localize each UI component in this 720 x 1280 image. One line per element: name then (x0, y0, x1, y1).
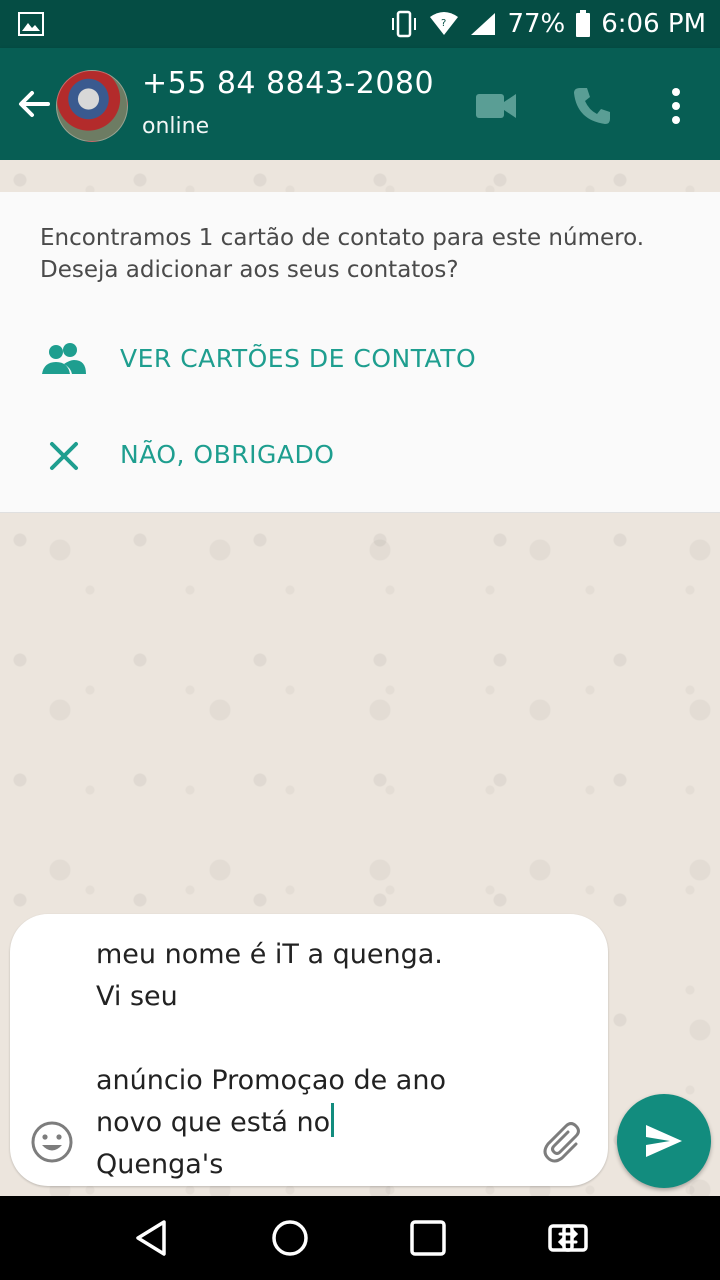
avatar[interactable] (56, 70, 128, 142)
send-icon (646, 1125, 682, 1157)
message-text-before-caret: meu nome é iT a quenga. Vi seu anúncio P… (96, 939, 446, 1138)
svg-text:?: ? (441, 18, 446, 29)
message-input[interactable]: meu nome é iT a quenga. Vi seu anúncio P… (96, 934, 556, 1186)
image-icon (18, 12, 44, 36)
wifi-icon: ? (430, 12, 459, 35)
circle-home-icon[interactable] (266, 1214, 314, 1262)
send-button[interactable] (617, 1094, 711, 1188)
text-caret (331, 1103, 335, 1137)
contact-card-prompt: Encontramos 1 cartão de contato para est… (0, 192, 720, 513)
square-recents-icon[interactable] (404, 1214, 452, 1262)
decline-button[interactable]: NÃO, OBRIGADO (0, 416, 720, 496)
triangle-back-icon[interactable] (128, 1214, 176, 1262)
navigation-bar (0, 1196, 720, 1280)
view-contact-cards-button[interactable]: VER CARTÕES DE CONTATO (0, 320, 720, 400)
battery-percent: 77% (507, 9, 566, 39)
video-call-icon[interactable] (472, 82, 520, 130)
paperclip-icon[interactable] (540, 1118, 588, 1166)
close-icon (50, 442, 78, 470)
battery-icon (576, 10, 591, 37)
message-composer[interactable]: meu nome é iT a quenga. Vi seu anúncio P… (10, 914, 608, 1186)
switch-app-icon[interactable] (544, 1214, 592, 1262)
message-text-after-caret: Quenga's (96, 1149, 224, 1180)
vibrate-icon (392, 10, 417, 38)
signal-icon (471, 13, 496, 35)
decline-label: NÃO, OBRIGADO (120, 440, 335, 469)
people-icon (42, 343, 86, 374)
prompt-message: Encontramos 1 cartão de contato para est… (40, 225, 645, 283)
clock: 6:06 PM (601, 9, 706, 39)
more-vert-icon[interactable] (652, 82, 700, 130)
contact-status: online (142, 114, 210, 139)
status-bar: ? 77% 6:06 PM (0, 0, 720, 48)
emoji-icon[interactable] (30, 1120, 74, 1164)
phone-icon[interactable] (568, 82, 616, 130)
contact-name[interactable]: +55 84 8843-2080 (142, 66, 434, 101)
arrow-left-icon[interactable] (14, 84, 54, 124)
chat-header: +55 84 8843-2080 online (0, 48, 720, 160)
status-icons: ? 77% 6:06 PM (389, 0, 706, 48)
view-contact-cards-label: VER CARTÕES DE CONTATO (120, 344, 477, 373)
